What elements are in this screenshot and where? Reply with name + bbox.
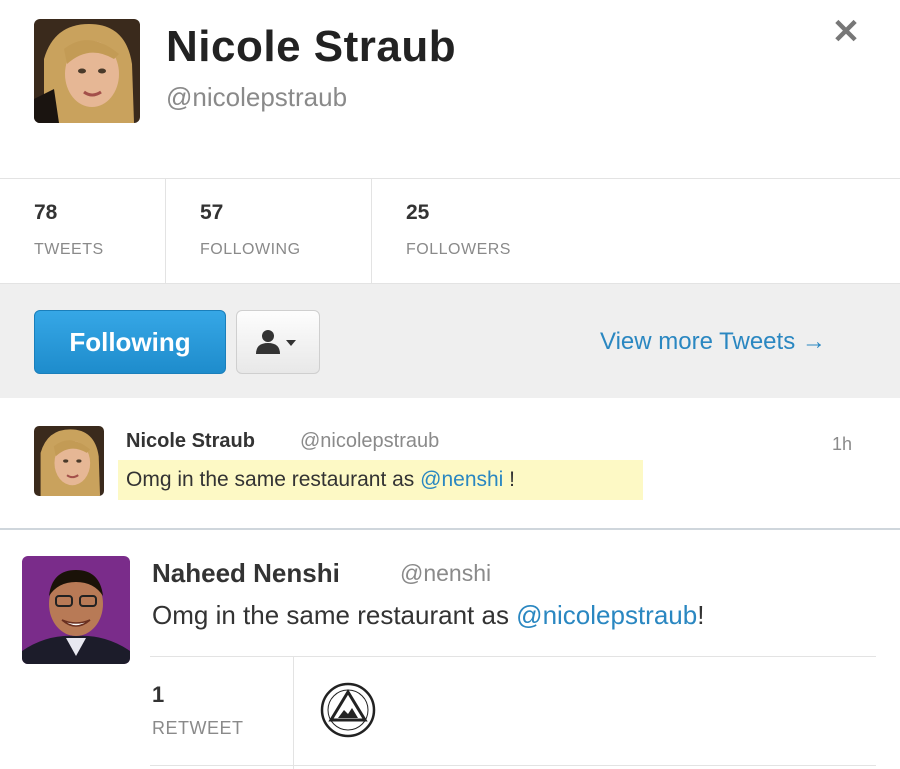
- tweet-text-after: !: [503, 468, 516, 491]
- avatar-photo: [34, 19, 140, 123]
- avatar-photo: [22, 556, 130, 664]
- view-more-tweets-link[interactable]: View more Tweets →: [600, 328, 826, 356]
- tweet-author-name[interactable]: Nicole Straub: [126, 430, 255, 453]
- tweet[interactable]: Nicole Straub @nicolepstraub 1h Omg in t…: [0, 398, 900, 530]
- retweet-count[interactable]: 1: [152, 682, 164, 708]
- stat-value: 25: [406, 201, 430, 224]
- avatar-photo: [34, 426, 104, 496]
- divider: [293, 657, 294, 769]
- tweet-author-handle[interactable]: @nenshi: [400, 560, 491, 587]
- stat-tweets[interactable]: 78 TWEETS: [0, 179, 165, 283]
- tweet-author-handle[interactable]: @nicolepstraub: [300, 430, 439, 453]
- action-bar: Following View more Tweets →: [0, 284, 900, 399]
- profile-name: Nicole Straub: [166, 22, 457, 71]
- stat-value: 57: [200, 201, 224, 224]
- mention-link[interactable]: @nenshi: [420, 468, 503, 491]
- tweet-text: Omg in the same restaurant as @nicolepst…: [152, 600, 704, 631]
- user-dropdown-icon: [256, 330, 296, 354]
- retweeter-avatar[interactable]: [318, 680, 378, 740]
- stat-value: 78: [34, 201, 58, 224]
- stat-followers[interactable]: 25 FOLLOWERS: [372, 179, 592, 283]
- tweet-timestamp[interactable]: 1h: [832, 434, 852, 455]
- tweet-text: Omg in the same restaurant as @nenshi !: [126, 468, 515, 492]
- close-icon[interactable]: ✕: [828, 13, 864, 51]
- profile-avatar[interactable]: [34, 19, 140, 123]
- tweet-text-before: Omg in the same restaurant as: [152, 600, 517, 630]
- stat-label: FOLLOWERS: [406, 241, 511, 258]
- divider: [150, 765, 876, 766]
- retweet-label[interactable]: RETWEET: [152, 718, 244, 739]
- tweet-avatar[interactable]: [22, 556, 130, 664]
- mention-link[interactable]: @nicolepstraub: [516, 600, 697, 630]
- user-actions-button[interactable]: [236, 310, 320, 374]
- profile-stats: 78 TWEETS 57 FOLLOWING 25 FOLLOWERS: [0, 179, 900, 284]
- following-button[interactable]: Following: [34, 310, 226, 374]
- tweet-author-name[interactable]: Naheed Nenshi: [152, 558, 340, 589]
- tweet-text-after: !: [697, 600, 705, 630]
- stat-following[interactable]: 57 FOLLOWING: [166, 179, 371, 283]
- profile-header: Nicole Straub @nicolepstraub ✕: [0, 0, 900, 179]
- triangle-logo-icon: [320, 682, 376, 738]
- tweet-text-before: Omg in the same restaurant as: [126, 468, 421, 491]
- stat-label: FOLLOWING: [200, 241, 301, 258]
- profile-handle[interactable]: @nicolepstraub: [166, 82, 347, 113]
- tweet[interactable]: Naheed Nenshi @nenshi Omg in the same re…: [0, 530, 900, 769]
- stat-label: TWEETS: [34, 241, 104, 258]
- tweet-avatar[interactable]: [34, 426, 104, 496]
- divider: [150, 656, 876, 657]
